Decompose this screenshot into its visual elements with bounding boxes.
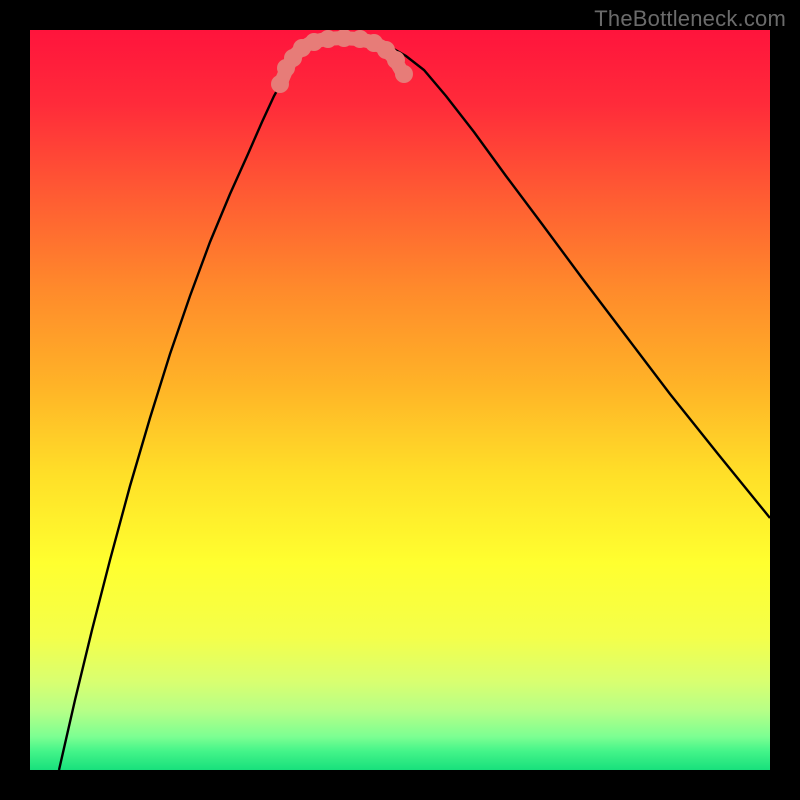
highlight-dot [395,65,413,83]
bottleneck-curve [59,38,770,770]
highlight-dots [271,30,413,93]
watermark-text: TheBottleneck.com [594,6,786,32]
highlight-dot [271,75,289,93]
highlight-dot [319,30,337,48]
frame: TheBottleneck.com [0,0,800,800]
chart-layer [30,30,770,770]
plot-area [30,30,770,770]
